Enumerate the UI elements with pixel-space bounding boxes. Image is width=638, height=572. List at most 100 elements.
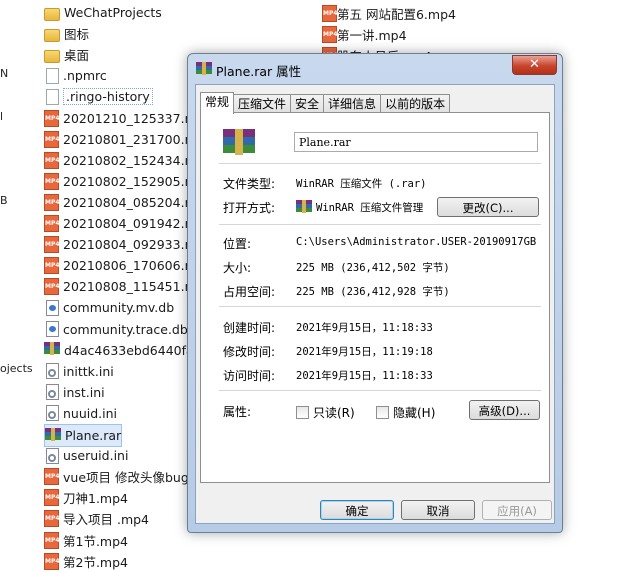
file-name: useruid.ini: [63, 448, 129, 464]
tab-details[interactable]: 详细信息: [323, 94, 382, 113]
readonly-checkbox[interactable]: 只读(R): [296, 404, 355, 421]
file-type-value: WinRAR 压缩文件 (.rar): [296, 178, 427, 190]
database-icon: [46, 299, 59, 316]
file-name: WeChatProjects: [64, 5, 162, 20]
tab-strip: 常规 压缩文件 安全 详细信息 以前的版本: [200, 92, 451, 114]
hidden-checkbox[interactable]: 隐藏(H): [376, 404, 435, 421]
tab-general[interactable]: 常规: [200, 92, 235, 114]
mp4-icon: MP4: [44, 172, 60, 190]
accessed-label: 访问时间:: [223, 369, 276, 383]
file-name: nuuid.ini: [63, 405, 118, 421]
archive-file-icon: [223, 129, 255, 155]
mp4-icon: MP4: [44, 193, 60, 211]
created-value: 2021年9月15日，11:18:33: [296, 322, 433, 334]
file-list-item[interactable]: MP4 20210802_152905.mp: [44, 171, 205, 192]
file-list-item[interactable]: MP4 20210804_091942.mp: [44, 213, 205, 234]
edge-label: l: [0, 110, 4, 123]
file-list-item[interactable]: MP4 20210802_152434.mp: [44, 150, 205, 171]
file-list-item[interactable]: inittk.ini: [44, 361, 114, 382]
file-list-item[interactable]: Plane.rar: [44, 424, 123, 447]
dialog-titlebar[interactable]: Plane.rar 属性 ✕: [188, 54, 562, 84]
mp4-icon: MP4: [322, 4, 338, 22]
file-list-item[interactable]: MP4 20210804_092933.mp: [44, 234, 205, 255]
file-name: .ringo-history: [63, 88, 153, 106]
file-list-item[interactable]: useruid.ini: [44, 445, 128, 466]
modified-value: 2021年9月15日，11:19:18: [296, 346, 433, 358]
close-button[interactable]: ✕: [512, 55, 557, 75]
file-list-item[interactable]: MP4 第1节.mp4: [44, 530, 128, 551]
file-list-item[interactable]: WeChatProjects: [44, 2, 162, 23]
divider: [219, 306, 541, 307]
ok-button[interactable]: 确定: [320, 500, 394, 520]
checkbox-box[interactable]: [376, 406, 389, 419]
file-name: 第五 网站配置6.mp4: [337, 6, 456, 22]
file-list-item[interactable]: 桌面: [44, 44, 89, 65]
file-name: vue项目 修改头像bug: [63, 470, 189, 486]
mp4-icon: MP4: [44, 215, 60, 232]
folder-icon: [44, 28, 60, 42]
file-list-item[interactable]: .ringo-history: [44, 86, 153, 107]
modified-label: 修改时间:: [223, 345, 276, 359]
file-list-item[interactable]: MP4 20210806_170606.mp: [44, 255, 205, 276]
file-name-field[interactable]: Plane.rar: [294, 132, 538, 152]
file-name: 20210806_170606.mp: [63, 258, 205, 274]
file-name: 刀神1.mp4: [63, 491, 128, 507]
mp4-icon: MP4: [44, 236, 60, 254]
file-list-item[interactable]: 图标: [44, 23, 89, 44]
file-list-item[interactable]: MP4 第五 网站配置6.mp4: [322, 3, 456, 23]
close-icon: ✕: [529, 57, 540, 72]
file-list-item[interactable]: MP4 20201210_125337.mp: [44, 108, 205, 129]
file-list-item[interactable]: .npmrc: [44, 65, 107, 86]
file-list-item[interactable]: MP4 20210801_231700.mp: [44, 129, 205, 150]
ini-icon: [46, 405, 59, 422]
file-list-item[interactable]: MP4 刀神1.mp4: [44, 487, 128, 508]
advanced-button[interactable]: 高级(D)...: [469, 400, 540, 420]
file-list-item[interactable]: MP4 导入项目 .mp4: [44, 508, 149, 529]
size-label: 大小:: [223, 261, 252, 275]
checkbox-box[interactable]: [296, 406, 309, 419]
created-label: 创建时间:: [223, 321, 276, 335]
file-list-item[interactable]: community.mv.db: [44, 297, 174, 318]
file-name: Plane.rar: [65, 428, 122, 443]
rar-icon: [45, 427, 61, 444]
file-name: 图标: [64, 27, 90, 43]
file-list-item[interactable]: MP4 第2节.mp4: [44, 551, 128, 572]
readonly-label: 只读(R): [313, 406, 355, 420]
mp4-icon: MP4: [44, 510, 60, 528]
file-list-item[interactable]: MP4 20210808_115451.mp: [44, 276, 205, 297]
file-list-item[interactable]: community.trace.db: [44, 319, 188, 340]
edge-label: B: [0, 194, 8, 207]
location-label: 位置:: [223, 237, 252, 251]
file-list-item[interactable]: MP4 20210804_085204.mp: [44, 192, 205, 213]
file-list-item[interactable]: d4ac4633ebd6440fa: [44, 340, 194, 361]
file-name: d4ac4633ebd6440fa: [64, 342, 194, 358]
properties-dialog: Plane.rar 属性 ✕ 常规 压缩文件 安全 详细信息 以前的版本 Pla…: [187, 53, 563, 533]
file-name: 第1节.mp4: [63, 533, 128, 549]
location-value: C:\Users\Administrator.USER-20190917GB: [296, 236, 537, 248]
dialog-title: Plane.rar 属性: [216, 64, 302, 79]
tab-archive[interactable]: 压缩文件: [233, 94, 292, 113]
disk-size-label: 占用空间:: [223, 285, 276, 299]
open-with-label: 打开方式:: [223, 201, 276, 215]
file-list-item[interactable]: MP4 第一讲.mp4: [322, 24, 407, 44]
tab-previous-versions[interactable]: 以前的版本: [380, 94, 451, 113]
divider: [219, 390, 541, 391]
mp4-icon: MP4: [44, 489, 60, 507]
general-tab-panel: Plane.rar 文件类型: WinRAR 压缩文件 (.rar) 打开方式:…: [200, 112, 550, 483]
document-icon: [46, 67, 59, 84]
folder-icon: [44, 49, 60, 63]
file-list-item[interactable]: nuuid.ini: [44, 403, 117, 424]
tab-security[interactable]: 安全: [290, 94, 325, 113]
cancel-button[interactable]: 取消: [401, 500, 475, 520]
edge-label: ojects: [0, 362, 33, 375]
size-value: 225 MB (236,412,502 字节): [296, 262, 450, 274]
accessed-value: 2021年9月15日，11:18:33: [296, 370, 433, 382]
file-name: 20210804_091942.mp: [63, 216, 205, 231]
change-button[interactable]: 更改(C)...: [437, 197, 539, 217]
file-list-item[interactable]: inst.ini: [44, 382, 105, 403]
disk-size-value: 225 MB (236,412,928 字节): [296, 286, 450, 298]
mp4-icon: MP4: [44, 130, 60, 148]
file-list-item[interactable]: MP4 vue项目 修改头像bug: [44, 466, 189, 487]
open-with-value: WinRAR 压缩文件管理: [316, 202, 424, 214]
apply-button[interactable]: 应用(A): [482, 500, 552, 520]
